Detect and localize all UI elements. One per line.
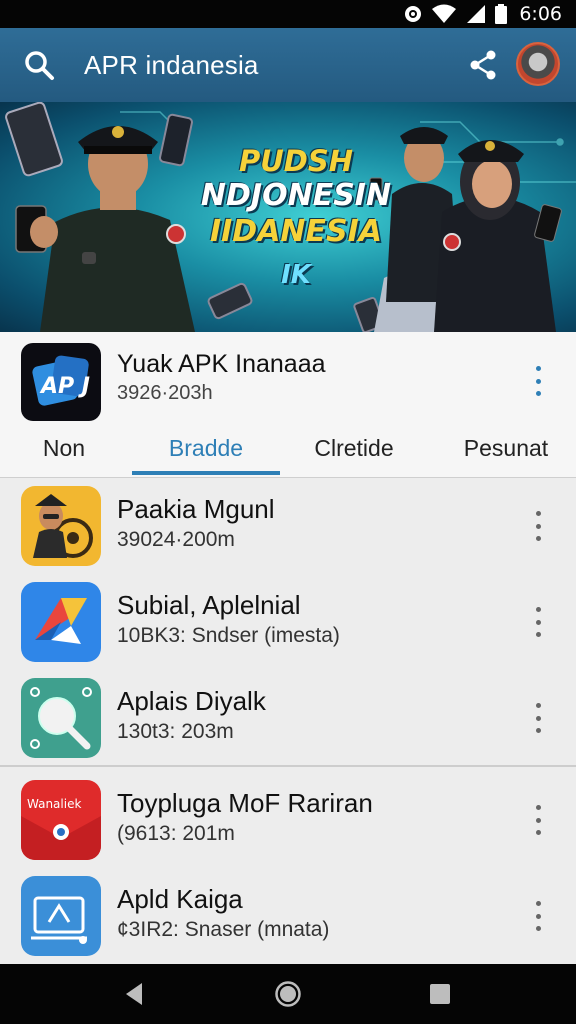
system-nav-bar (0, 964, 576, 1024)
app-list: Paakia Mgunl 39024·200m Subial, Aplelnia… (0, 478, 576, 964)
list-item[interactable]: Apld Kaiga ¢3IR2: Snaser (mnata) (0, 868, 576, 964)
featured-app-icon-text: AP J (39, 374, 90, 399)
list-item-meta: ¢3IR2: Snaser (mnata) (117, 918, 330, 941)
app-icon-text: Wanaliek (27, 797, 81, 811)
featured-app-name: Yuak APK Inanaaa (117, 350, 326, 378)
profile-avatar[interactable] (516, 42, 560, 86)
more-options-icon[interactable] (532, 607, 544, 637)
banner-line-3: IIDANESIA (209, 214, 383, 249)
promo-banner[interactable]: PUDSH NDJONESIN IIDANESIA IK (0, 102, 576, 332)
list-item-name: Subial, Aplelnial (117, 590, 301, 620)
app-icon-apld (21, 876, 101, 956)
app-icon-subial (21, 582, 101, 662)
list-section-divider (0, 765, 576, 767)
more-options-icon[interactable] (532, 805, 544, 835)
list-item-meta: 10BK3: Sndser (imesta) (117, 624, 340, 647)
sync-icon (405, 6, 422, 22)
search-icon[interactable] (22, 48, 56, 82)
app-icon-toypluga: Wanaliek (21, 780, 101, 860)
share-icon[interactable] (466, 48, 500, 82)
status-bar: 6:06 (0, 0, 576, 28)
wifi-icon (432, 4, 457, 23)
recents-icon[interactable] (426, 980, 454, 1008)
tab-bradde[interactable]: Bradde (132, 432, 280, 472)
more-options-icon[interactable] (532, 901, 544, 931)
more-options-icon[interactable] (532, 511, 544, 541)
banner-line-1: PUDSH (238, 144, 354, 178)
featured-app-meta: 3926·203h (117, 382, 213, 404)
tab-non[interactable]: Non (24, 432, 104, 472)
featured-app-icon: AP J (21, 343, 101, 421)
list-item[interactable]: Paakia Mgunl 39024·200m (0, 478, 576, 574)
list-item-name: Toypluga MoF Rariran (117, 788, 373, 818)
app-bar-title: APR indanesia (84, 50, 259, 80)
app-icon-paakia (21, 486, 101, 566)
back-icon[interactable] (120, 980, 148, 1008)
list-item-name: Paakia Mgunl (117, 494, 275, 524)
list-item[interactable]: Aplais Diyalk 130t3: 203m (0, 670, 576, 766)
more-options-icon[interactable] (532, 366, 544, 396)
status-icons: 6:06 (403, 3, 562, 25)
list-item-name: Apld Kaiga (117, 884, 243, 914)
list-item-name: Aplais Diyalk (117, 686, 266, 716)
status-time: 6:06 (519, 3, 562, 25)
banner-line-4: IK (281, 260, 311, 290)
list-item-meta: 130t3: 203m (117, 720, 234, 743)
signal-icon (467, 5, 486, 23)
list-item-meta: 39024·200m (117, 528, 235, 551)
banner-headline: PUDSH NDJONESIN IIDANESIA IK (196, 144, 396, 300)
featured-app-header[interactable]: AP J Yuak APK Inanaaa 3926·203h (0, 332, 576, 428)
app-bar: APR indanesia (0, 28, 576, 102)
home-icon[interactable] (274, 980, 302, 1008)
banner-line-2: NDJONESIN (200, 178, 392, 213)
tab-pesunat[interactable]: Pesunat (448, 432, 564, 472)
battery-icon (495, 4, 508, 24)
more-options-icon[interactable] (532, 703, 544, 733)
list-item-meta: (9613: 201m (117, 822, 235, 845)
app-icon-aplais (21, 678, 101, 758)
category-tabs: Non Bradde Clretide Pesunat (0, 428, 576, 478)
tab-clretide[interactable]: Clretide (296, 432, 412, 472)
list-item[interactable]: Wanaliek Toypluga MoF Rariran (9613: 201… (0, 772, 576, 868)
list-item[interactable]: Subial, Aplelnial 10BK3: Sndser (imesta) (0, 574, 576, 670)
active-tab-indicator (132, 471, 280, 475)
